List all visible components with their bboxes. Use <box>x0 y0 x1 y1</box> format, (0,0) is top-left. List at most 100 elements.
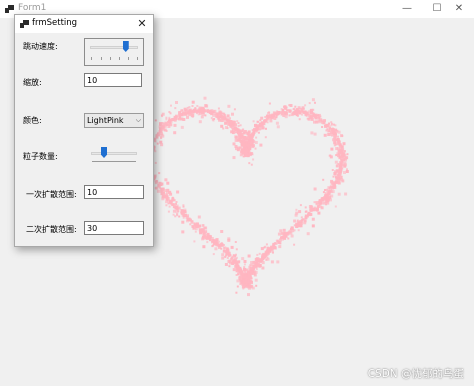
spread2-label: 二次扩散范围: <box>26 225 77 234</box>
heart-particle <box>334 133 337 136</box>
heart-particle <box>317 203 321 207</box>
heart-particle <box>277 240 281 244</box>
minimize-button[interactable]: — <box>392 0 422 18</box>
heart-particle <box>237 135 241 139</box>
speed-trackbar[interactable] <box>84 38 144 66</box>
heart-particle <box>259 128 262 131</box>
chevron-down-icon[interactable]: ⌵ <box>136 115 141 126</box>
heart-particle <box>199 109 203 113</box>
heart-particle <box>194 227 198 231</box>
particles-thumb[interactable] <box>101 147 107 158</box>
heart-particle <box>231 124 234 127</box>
spread2-input[interactable]: 30 <box>84 221 144 235</box>
heart-particle <box>182 118 186 121</box>
heart-particle <box>227 104 231 108</box>
spread1-input[interactable]: 10 <box>84 185 144 199</box>
heart-particle <box>168 116 171 119</box>
heart-particle <box>252 158 255 161</box>
heart-particle <box>275 243 278 245</box>
dialog-close-button[interactable]: ✕ <box>135 16 149 31</box>
heart-particle <box>294 213 298 217</box>
heart-particle <box>340 178 344 182</box>
heart-particle <box>162 125 165 128</box>
heart-particle <box>311 98 315 102</box>
heart-particle <box>198 224 201 228</box>
heart-particle <box>175 210 179 214</box>
heart-particle <box>231 255 234 258</box>
heart-particle <box>217 107 220 110</box>
heart-particle <box>249 267 253 270</box>
heart-particle <box>214 238 218 242</box>
heart-particle <box>178 215 181 218</box>
heart-particle <box>154 187 157 190</box>
heart-particle <box>181 109 184 112</box>
heart-particle <box>161 190 163 193</box>
heart-particle <box>172 209 176 213</box>
heart-particle <box>275 121 279 125</box>
heart-particle <box>261 127 264 130</box>
heart-particle <box>343 150 346 152</box>
heart-particle <box>338 148 341 151</box>
heart-particle <box>345 170 349 173</box>
heart-particle <box>267 111 271 115</box>
heart-particle <box>162 194 165 198</box>
heart-particle <box>255 264 258 267</box>
particles-label: 粒子数量: <box>23 152 58 161</box>
heart-particle <box>209 239 212 242</box>
heart-particle <box>324 195 327 198</box>
heart-particle <box>227 253 230 256</box>
heart-particle <box>256 120 259 123</box>
heart-particle <box>213 109 217 113</box>
heart-particle <box>186 218 190 221</box>
heart-particle <box>173 131 177 135</box>
heart-particle <box>234 241 237 243</box>
scale-input[interactable]: 10 <box>84 73 142 87</box>
heart-particle <box>341 167 344 170</box>
heart-particle <box>196 109 198 112</box>
heart-particle <box>227 260 231 263</box>
close-button[interactable]: ✕ <box>444 0 474 18</box>
heart-particle <box>165 191 169 195</box>
heart-particle <box>243 266 246 269</box>
heart-particle <box>248 132 251 135</box>
heart-particle <box>254 141 258 144</box>
speed-track <box>90 46 138 49</box>
heart-particle <box>255 136 258 139</box>
speed-ticks <box>91 57 138 60</box>
heart-particle <box>227 238 231 242</box>
heart-particle <box>260 116 264 120</box>
heart-particle <box>316 207 319 211</box>
heart-particle <box>175 201 178 203</box>
heart-particle <box>176 214 179 217</box>
heart-particle <box>206 110 210 114</box>
speed-thumb[interactable] <box>122 41 129 52</box>
dialog-title: frmSetting <box>32 18 78 28</box>
heart-particle <box>326 201 330 205</box>
heart-particle <box>282 228 286 232</box>
heart-particle <box>169 122 172 125</box>
heart-particle <box>249 153 252 156</box>
heart-particle <box>281 232 284 235</box>
heart-particle <box>216 113 220 117</box>
heart-particle <box>274 112 278 116</box>
heart-particle <box>266 249 269 251</box>
color-select[interactable]: LightPink ⌵ <box>84 113 144 128</box>
heart-particle <box>198 228 202 232</box>
heart-particle <box>307 213 309 216</box>
heart-particle <box>341 159 344 162</box>
heart-particle <box>257 131 260 134</box>
dialog-titlebar[interactable]: frmSetting ✕ <box>15 15 153 33</box>
heart-particle <box>186 115 189 119</box>
heart-particle <box>232 268 236 272</box>
heart-particle <box>280 237 284 241</box>
heart-particle <box>241 144 243 147</box>
heart-particle <box>313 132 317 136</box>
heart-particle <box>240 135 243 137</box>
heart-particle <box>230 245 234 249</box>
particles-trackbar[interactable] <box>89 146 139 166</box>
heart-particle <box>304 206 307 209</box>
heart-particle <box>234 260 238 264</box>
heart-particle <box>244 152 248 156</box>
heart-particle <box>260 121 263 124</box>
heart-particle <box>331 133 334 137</box>
